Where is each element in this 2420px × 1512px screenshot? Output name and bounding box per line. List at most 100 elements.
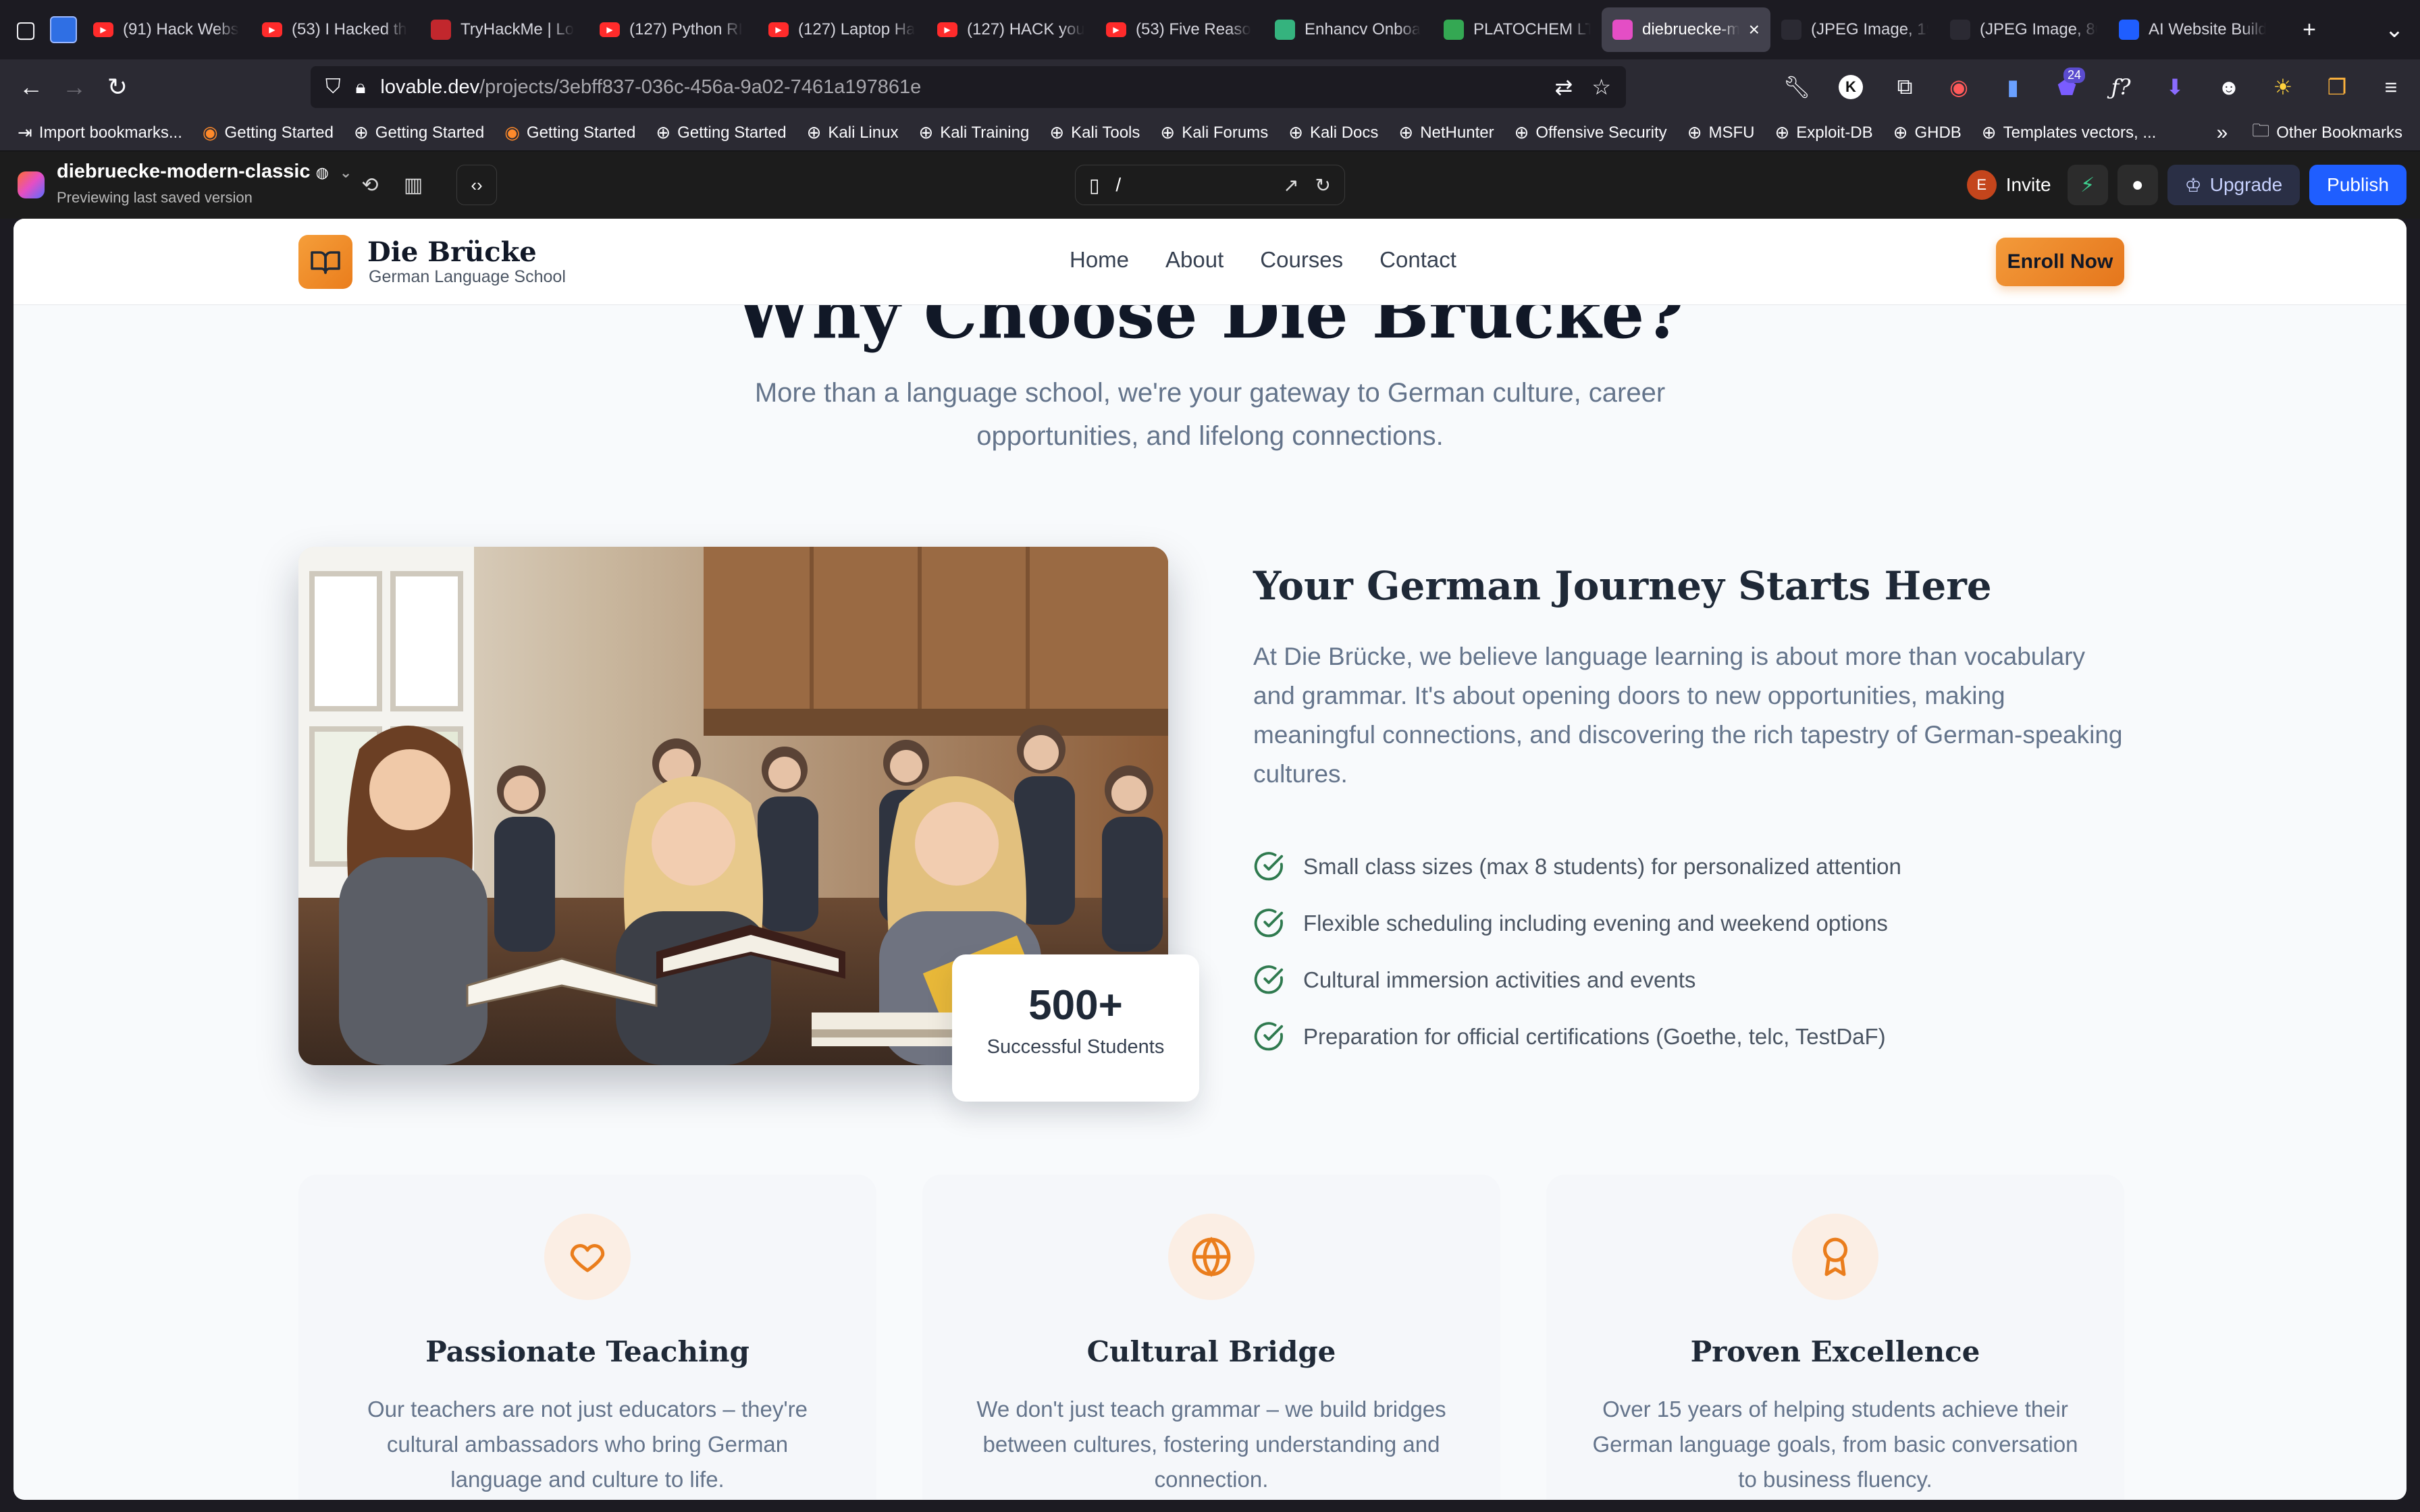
sun-icon[interactable]: ☀ [2261,66,2305,108]
nav-about[interactable]: About [1165,247,1224,273]
reload-icon[interactable]: ↻ [96,65,139,109]
globe-icon: ⊕ [1687,122,1702,142]
tab-title: (JPEG Image, 1920 [1811,20,1928,38]
site-preview: Why Choose Die Brücke? More than a langu… [14,219,2406,1500]
enroll-now-button[interactable]: Enroll Now [1996,238,2124,286]
bookmark-item[interactable]: ⊕ Kali Tools [1049,122,1140,143]
sidebar-toggle-icon[interactable]: ▥ [398,170,428,200]
translate-icon[interactable]: ⇄ [1555,74,1573,100]
url-bar[interactable]: ⛉ 🔒︎ lovable.dev/projects/3ebff837-036c-… [311,66,1626,108]
screenshot-icon[interactable]: ◉ [1937,66,1981,108]
check-circle-icon [1254,965,1284,994]
bookmark-item[interactable]: ⊕ Kali Docs [1288,122,1378,143]
youtube-icon: ▶ [93,22,113,37]
upgrade-button[interactable]: ♔ Upgrade [2167,165,2300,205]
bookmark-item[interactable]: ⊕ Templates vectors, ... [1982,122,2157,143]
youtube-icon: ▶ [937,22,957,37]
tab-title: (53) Five Reaso [1136,20,1251,38]
other-bookmarks[interactable]: 🗀 Other Bookmarks [2252,118,2402,148]
bookmark-item[interactable]: ⊕ Kali Training [918,122,1029,143]
browser-tab[interactable]: ▶ (127) HACK you [926,7,1095,52]
open-external-icon[interactable]: ↗ [1283,174,1298,196]
browser-tab[interactable]: ▶ (127) Python RI [589,7,758,52]
browser-tab[interactable]: ▶ (53) I Hacked th [251,7,420,52]
browser-tab[interactable]: AI Website Builde [2108,7,2277,52]
history-icon[interactable]: ⟲ [355,170,385,200]
pinned-tab-icon[interactable] [45,11,82,49]
book-logo-icon[interactable] [298,235,352,289]
bookmark-item[interactable]: ⊕ GHDB [1893,122,1962,143]
code-view-button[interactable]: ‹› [456,165,497,205]
k-extension-icon[interactable]: K [1829,66,1873,108]
bookmark-item[interactable]: ◉ Getting Started [504,122,635,143]
bookmarks-overflow-icon[interactable]: » [2217,122,2228,144]
browser-tab[interactable]: PLATOCHEM LT [1433,7,1602,52]
reader-icon[interactable]: ▮ [1991,66,2035,108]
browser-tab[interactable]: Enhancv Onboa [1264,7,1433,52]
new-tab-icon[interactable]: + [2290,11,2328,49]
download-icon[interactable]: ⬇ [2153,66,2197,108]
card-passionate-teaching: Passionate Teaching Our teachers are not… [298,1174,876,1500]
nav-home[interactable]: Home [1070,247,1129,273]
wrench-icon[interactable]: 🔧︎ [1774,66,1819,108]
project-selector[interactable]: diebruecke-modern-classic ◍ ⌄ [57,161,352,183]
browser-tab[interactable]: (JPEG Image, 1920 [1770,7,1939,52]
card-proven-excellence: Proven Excellence Over 15 years of helpi… [1546,1174,2124,1500]
nav-courses[interactable]: Courses [1260,247,1343,273]
invite-button[interactable]: Invite [2006,174,2058,196]
shield-extension-icon[interactable]: ⬟ 24 [2045,66,2089,108]
bookmark-item[interactable]: ⊕ Kali Linux [807,122,899,143]
preview-route-bar[interactable]: ▯ / ↗ ↻ [1075,165,1345,205]
bookmark-item[interactable]: ⊕ Exploit-DB [1774,122,1872,143]
browser-tab[interactable]: diebruecke-m × [1602,7,1770,52]
owl-extension-icon[interactable]: ☻ [2207,66,2251,108]
dot-icon [2119,20,2139,40]
lovable-logo[interactable] [18,171,45,198]
card-text: We don't just teach grammar – we build b… [976,1397,1446,1492]
supabase-button[interactable]: ⚡ [2067,165,2108,205]
bookmark-item[interactable]: ⊕ NetHunter [1398,122,1494,143]
forward-icon[interactable]: → [53,65,96,109]
browser-nav-bar: ← → ↻ ⛉ 🔒︎ lovable.dev/projects/3ebff837… [0,59,2420,115]
browser-tab[interactable]: ▶ (53) Five Reaso [1095,7,1264,52]
close-tab-icon[interactable]: × [1749,19,1760,40]
github-button[interactable]: ● [2117,165,2158,205]
user-avatar[interactable]: E [1966,170,1997,200]
lock-icon[interactable]: 🔒︎ [356,76,366,99]
bookmark-star-icon[interactable]: ☆ [1592,74,1611,100]
bookmark-label: Kali Linux [828,123,899,142]
nav-contact[interactable]: Contact [1379,247,1456,273]
stat-label: Successful Students [987,1036,1165,1058]
function-icon[interactable]: ƒ? [2099,66,2143,108]
browser-tab[interactable]: ▶ (91) Hack Webs [82,7,251,52]
bookmark-item[interactable]: ⇥ Import bookmarks... [18,122,182,143]
check-circle-icon [1254,909,1284,938]
tracking-shield-icon[interactable]: ⛉ [325,76,341,99]
bookmark-item[interactable]: ⊕ Getting Started [354,122,484,143]
bookmark-item[interactable]: ⊕ MSFU [1687,122,1755,143]
firefox-icon: ◉ [202,122,218,142]
bookmark-item[interactable]: ⊕ Offensive Security [1515,122,1667,143]
browser-tab[interactable]: (JPEG Image, 800 × [1939,7,2108,52]
menu-icon[interactable]: ≡ [2369,66,2413,108]
tab-title: (91) Hack Webs [123,20,239,38]
bookmark-item[interactable]: ◉ Getting Started [203,122,334,143]
browser-tab[interactable]: ▶ (127) Laptop Ha [758,7,926,52]
window-icon[interactable]: ❐ [2315,66,2359,108]
bookmark-label: Exploit-DB [1796,123,1873,142]
bookmark-item[interactable]: ⊕ Getting Started [656,122,786,143]
route-path: / [1115,174,1122,195]
back-icon[interactable]: ← [9,65,53,109]
extensions-puzzle-icon[interactable]: ⧉ [1883,66,1927,108]
tab-overview-icon[interactable]: ▢ [7,11,45,49]
brand-name[interactable]: Die Brücke [367,236,537,268]
tab-list-chevron-icon[interactable]: ⌄ [2375,11,2413,49]
heart-icon [544,1214,631,1300]
tab-title: (JPEG Image, 800 × [1980,20,2097,38]
browser-tab[interactable]: TryHackMe | Lo [420,7,589,52]
youtube-icon: ▶ [768,22,789,37]
refresh-preview-icon[interactable]: ↻ [1315,174,1331,196]
bookmark-item[interactable]: ⊕ Kali Forums [1160,122,1268,143]
globe-icon [1168,1214,1255,1300]
publish-button[interactable]: Publish [2309,165,2406,205]
